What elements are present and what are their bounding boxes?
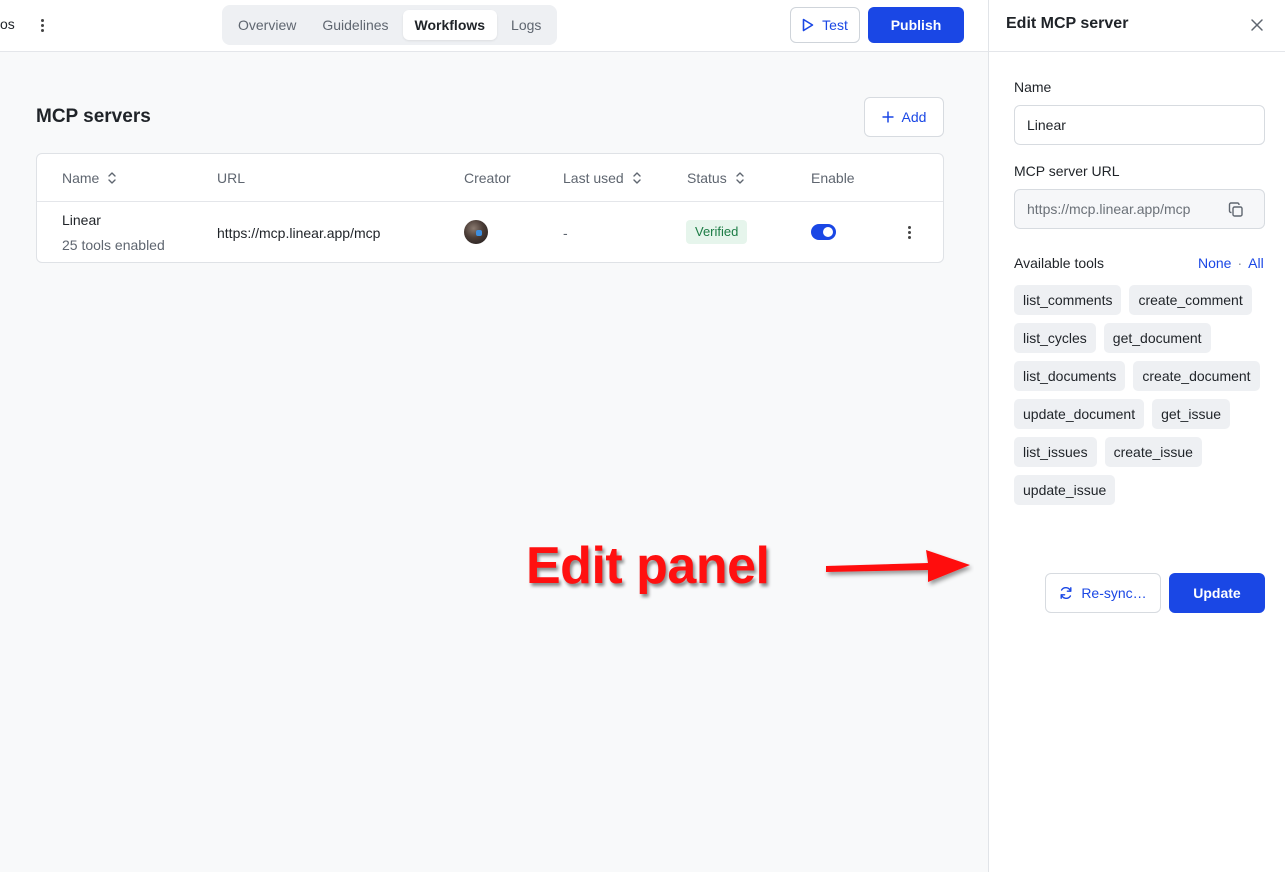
column-label: Creator (464, 170, 511, 186)
column-header-url: URL (217, 170, 245, 186)
edit-panel: Edit MCP server Name MCP server URL Avai… (988, 0, 1285, 872)
tool-chip[interactable]: list_documents (1014, 361, 1126, 391)
tool-chip[interactable]: create_issue (1104, 437, 1202, 467)
url-label: MCP server URL (1014, 163, 1120, 179)
annotation-label: Edit panel (526, 537, 770, 595)
tool-chip[interactable]: create_comment (1129, 285, 1252, 315)
publish-button[interactable]: Publish (868, 7, 964, 43)
tool-chip[interactable]: create_document (1133, 361, 1260, 391)
page-title: MCP servers (36, 106, 151, 127)
tool-chip[interactable]: update_issue (1014, 475, 1116, 505)
creator-avatar (464, 220, 488, 244)
test-button[interactable]: Test (790, 7, 860, 43)
breadcrumb[interactable]: os (0, 16, 15, 32)
tool-selection-links: None · All (1198, 255, 1264, 271)
tab-logs[interactable]: Logs (499, 10, 553, 40)
tool-chip-list: list_comments create_comment list_cycles… (1014, 285, 1272, 525)
name-label: Name (1014, 79, 1052, 95)
tool-chip[interactable]: list_comments (1014, 285, 1122, 315)
select-all-link[interactable]: All (1248, 255, 1264, 271)
copy-icon[interactable] (1227, 201, 1245, 219)
more-menu-icon[interactable] (34, 14, 50, 36)
test-button-label: Test (822, 17, 848, 33)
sort-icon (633, 172, 641, 184)
select-none-link[interactable]: None (1198, 255, 1231, 271)
top-bar: os Overview Guidelines Workflows Logs Te… (0, 0, 988, 52)
tool-chip[interactable]: list_issues (1014, 437, 1097, 467)
tool-chip[interactable]: get_issue (1152, 399, 1231, 429)
column-label: Name (62, 170, 100, 186)
server-url: https://mcp.linear.app/mcp (217, 225, 381, 241)
play-icon (802, 18, 814, 32)
column-header-enable: Enable (811, 170, 855, 186)
tab-guidelines[interactable]: Guidelines (310, 10, 400, 40)
update-button[interactable]: Update (1169, 573, 1265, 613)
mcp-servers-table: Name URL Creator Last used Status Enable… (36, 153, 944, 263)
column-header-creator: Creator (464, 170, 511, 186)
column-header-name[interactable]: Name (62, 170, 117, 186)
sort-icon (736, 172, 744, 184)
add-server-button[interactable]: Add (864, 97, 944, 137)
resync-button[interactable]: Re-sync… (1045, 573, 1161, 613)
tab-bar: Overview Guidelines Workflows Logs (222, 5, 558, 45)
status-badge: Verified (686, 220, 748, 244)
tab-workflows[interactable]: Workflows (402, 10, 498, 40)
column-label: URL (217, 170, 246, 186)
column-header-status[interactable]: Status (687, 170, 745, 186)
tools-enabled-count: 25 tools enabled (62, 237, 165, 253)
tool-chip[interactable]: list_cycles (1014, 323, 1096, 353)
refresh-icon (1060, 587, 1072, 599)
column-label: Enable (811, 170, 855, 186)
column-header-last-used[interactable]: Last used (563, 170, 642, 186)
table-header: Name URL Creator Last used Status Enable (37, 154, 943, 202)
add-button-label: Add (901, 109, 927, 125)
panel-header: Edit MCP server (989, 0, 1285, 52)
plus-icon (882, 111, 894, 123)
server-name[interactable]: Linear (62, 212, 101, 228)
annotation-arrow-icon (826, 550, 970, 582)
row-more-icon[interactable] (903, 222, 915, 242)
column-label: Last used (563, 170, 624, 186)
resync-label: Re-sync… (1081, 585, 1147, 601)
last-used-value: - (563, 225, 568, 241)
tools-label: Available tools (1014, 255, 1105, 271)
name-input[interactable] (1014, 105, 1265, 145)
tool-chip[interactable]: update_document (1014, 399, 1145, 429)
tool-chip[interactable]: get_document (1103, 323, 1211, 353)
separator: · (1237, 255, 1243, 271)
column-label: Status (687, 170, 727, 186)
sort-icon (108, 172, 117, 184)
enable-toggle[interactable] (811, 224, 836, 240)
close-icon[interactable] (1249, 17, 1265, 33)
tab-overview[interactable]: Overview (226, 10, 308, 40)
panel-title: Edit MCP server (1006, 15, 1129, 32)
